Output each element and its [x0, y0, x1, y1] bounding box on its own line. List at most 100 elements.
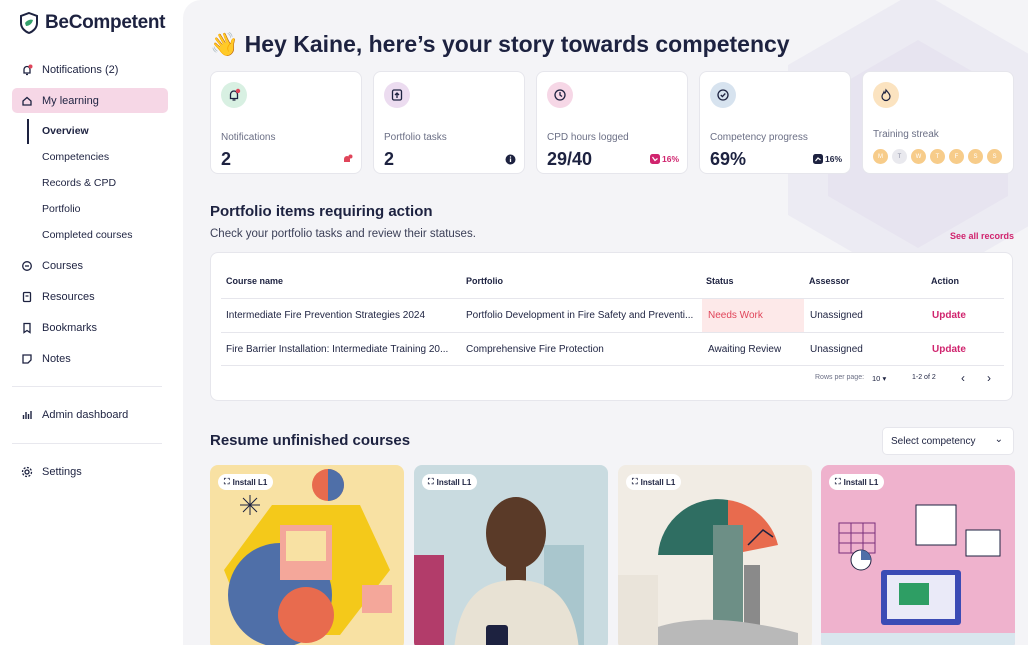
sidebar-item-resources[interactable]: Resources: [12, 284, 168, 309]
course-card[interactable]: ⛶ Install L1: [414, 465, 608, 645]
portfolio-section-subtitle: Check your portfolio tasks and review th…: [210, 228, 476, 240]
gear-icon: [21, 466, 33, 478]
app-name: BeCompetent: [45, 12, 166, 33]
stat-value: 2: [221, 149, 232, 169]
shield-logo-icon: [20, 12, 38, 34]
row-divider: [221, 332, 1004, 333]
column-header[interactable]: Action: [931, 276, 959, 286]
chevron-down-icon: ⌄: [994, 434, 1003, 445]
streak-days: M T W T F S S: [873, 149, 1002, 164]
portfolio-table: Course name Portfolio Status Assessor Ac…: [210, 252, 1013, 401]
note-icon: [21, 353, 33, 365]
streak-day: T: [892, 149, 907, 164]
stat-card-portfolio-tasks[interactable]: Portfolio tasks 2: [373, 71, 525, 174]
streak-day: T: [930, 149, 945, 164]
stat-card-training-streak[interactable]: Training streak M T W T F S S: [862, 71, 1014, 174]
courses-icon: [21, 260, 33, 272]
stat-card-notifications[interactable]: Notifications 2: [210, 71, 362, 174]
portfolio-section-title: Portfolio items requiring action: [210, 203, 433, 220]
sidebar-item-label: Resources: [42, 290, 95, 303]
course-artwork-office: [821, 504, 1015, 645]
chevron-left-icon[interactable]: ‹: [961, 371, 965, 385]
see-all-records-link[interactable]: See all records: [950, 231, 1014, 241]
streak-day: S: [987, 149, 1002, 164]
sidebar-item-bookmarks[interactable]: Bookmarks: [12, 315, 168, 340]
course-level-chip: ⛶ Install L1: [422, 474, 478, 490]
stat-value: 29/40: [547, 149, 593, 169]
page-range: 1-2 of 2: [912, 374, 936, 381]
column-header[interactable]: Status: [706, 276, 734, 286]
chevron-right-icon[interactable]: ›: [987, 371, 991, 385]
caret-down-icon: ▾: [882, 374, 887, 383]
sidebar: BeCompetent Notifications (2) My learnin…: [0, 0, 183, 645]
sidebar-divider: [12, 386, 162, 387]
trend-down-icon: [649, 154, 660, 164]
streak-day: M: [873, 149, 888, 164]
stat-label: Portfolio tasks: [384, 132, 447, 143]
portfolio-cell: Comprehensive Fire Protection: [466, 344, 604, 355]
trend-up-icon: [812, 154, 823, 164]
trend-badge: 16%: [649, 154, 679, 164]
sidebar-item-label: Courses: [42, 259, 83, 272]
wave-emoji: 👋: [210, 31, 239, 57]
chip-label: Install L1: [843, 477, 879, 487]
greeting-text: Hey Kaine, here’s your story towards com…: [244, 31, 790, 57]
tag-icon: ⛶: [428, 477, 434, 486]
tag-icon: ⛶: [224, 477, 230, 486]
competency-select[interactable]: Select competency ⌄: [882, 427, 1014, 455]
sidebar-item-my-learning[interactable]: My learning: [12, 88, 168, 113]
assessor-cell: Unassigned: [810, 310, 863, 321]
resume-section-title: Resume unfinished courses: [210, 432, 411, 449]
upload-icon: [384, 82, 410, 108]
sidebar-item-admin-dashboard[interactable]: Admin dashboard: [12, 402, 168, 427]
tag-icon: ⛶: [835, 477, 841, 486]
sidebar-item-notifications[interactable]: Notifications (2): [12, 57, 168, 82]
stat-card-competency-progress[interactable]: Competency progress 69% 16%: [699, 71, 851, 174]
sidebar-item-settings[interactable]: Settings: [12, 459, 168, 484]
rows-per-page-label: Rows per page:: [815, 374, 865, 381]
assessor-cell: Unassigned: [810, 344, 863, 355]
tag-icon: ⛶: [632, 477, 638, 486]
active-sub-rail: [27, 119, 29, 144]
chip-label: Install L1: [640, 477, 676, 487]
course-name-cell: Fire Barrier Installation: Intermediate …: [226, 344, 449, 355]
bar-chart-icon: [21, 409, 33, 421]
column-header[interactable]: Course name: [226, 276, 283, 286]
sidebar-item-courses[interactable]: Courses: [12, 253, 168, 278]
sidebar-divider: [12, 443, 162, 444]
logo[interactable]: BeCompetent: [19, 12, 166, 34]
sidebar-sub-records-cpd[interactable]: Records & CPD: [42, 177, 116, 189]
course-card[interactable]: ⛶ Install L1: [618, 465, 812, 645]
stat-value: 69%: [710, 149, 747, 169]
course-artwork-geometric: [224, 469, 392, 645]
stat-card-cpd-hours[interactable]: CPD hours logged 29/40 16%: [536, 71, 688, 174]
sidebar-sub-completed-courses[interactable]: Completed courses: [42, 229, 132, 241]
stat-label: CPD hours logged: [547, 132, 629, 143]
sidebar-item-label: Notes: [42, 352, 71, 365]
sidebar-item-notes[interactable]: Notes: [12, 346, 168, 371]
page-title: 👋 Hey Kaine, here’s your story towards c…: [210, 31, 790, 58]
stat-value: 2: [384, 149, 395, 169]
sidebar-sub-overview[interactable]: Overview: [42, 125, 89, 137]
check-circle-icon: [710, 82, 736, 108]
sidebar-sub-competencies[interactable]: Competencies: [42, 151, 109, 163]
chip-label: Install L1: [436, 477, 472, 487]
streak-day: W: [911, 149, 926, 164]
sidebar-item-label: Settings: [42, 465, 82, 478]
column-header[interactable]: Portfolio: [466, 276, 503, 286]
course-card[interactable]: ⛶ Install L1: [821, 465, 1015, 645]
streak-day: F: [949, 149, 964, 164]
bell-icon: [21, 64, 33, 76]
sidebar-sub-portfolio[interactable]: Portfolio: [42, 203, 81, 215]
update-link[interactable]: Update: [932, 310, 966, 321]
sidebar-item-label: Notifications (2): [42, 63, 119, 76]
course-card[interactable]: ⛶ Install L1: [210, 465, 404, 645]
row-divider: [221, 298, 1004, 299]
column-header[interactable]: Assessor: [809, 276, 850, 286]
clock-icon: [547, 82, 573, 108]
rows-per-page-select[interactable]: 10 ▾: [872, 374, 886, 383]
status-cell: Awaiting Review: [708, 344, 782, 355]
update-link[interactable]: Update: [932, 344, 966, 355]
main-content: 👋 Hey Kaine, here’s your story towards c…: [183, 0, 1028, 645]
course-artwork-person: [414, 497, 584, 645]
